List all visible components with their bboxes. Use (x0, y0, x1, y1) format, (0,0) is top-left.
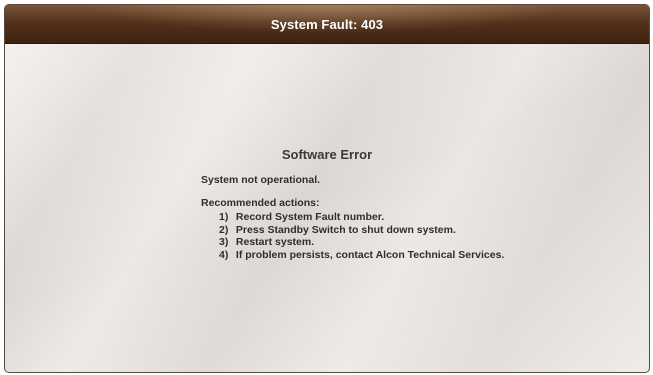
action-number: 2) (219, 223, 229, 236)
fault-screen: System Fault: 403 Software Error System … (4, 4, 650, 373)
action-number: 4) (219, 248, 229, 261)
recommended-actions-list: 1) Record System Fault number. 2) Press … (219, 211, 504, 261)
error-content: Software Error System not operational. R… (5, 43, 649, 372)
action-item: 3) Restart system. (219, 236, 504, 249)
status-message: System not operational. (201, 174, 321, 186)
action-text: Restart system. (235, 236, 315, 248)
error-heading: Software Error (281, 147, 373, 162)
action-number: 3) (219, 236, 229, 248)
title-bar: System Fault: 403 (5, 5, 649, 44)
action-item: 2) Press Standby Switch to shut down sys… (219, 224, 504, 237)
action-item: 4) If problem persists, contact Alcon Te… (219, 249, 504, 262)
action-text: Record System Fault number. (235, 211, 385, 223)
action-number: 1) (219, 211, 229, 223)
fault-title: System Fault: 403 (270, 16, 384, 32)
action-item: 1) Record System Fault number. (219, 211, 504, 224)
action-text: Press Standby Switch to shut down system… (235, 223, 456, 236)
recommended-actions-heading: Recommended actions: (201, 197, 320, 209)
action-text: If problem persists, contact Alcon Techn… (235, 248, 505, 261)
